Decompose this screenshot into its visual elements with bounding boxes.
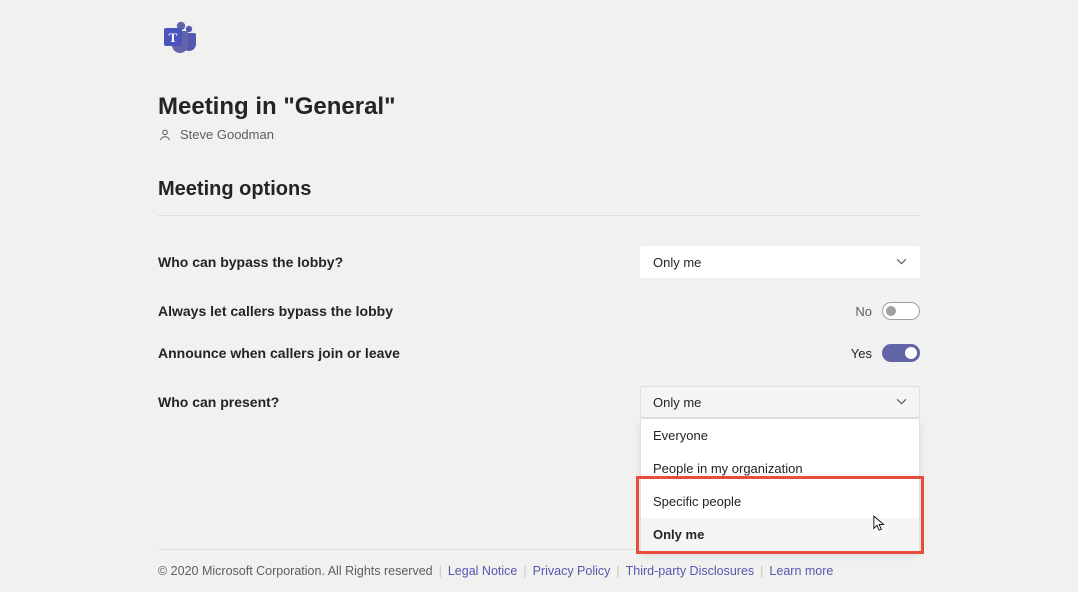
dropdown-item-everyone[interactable]: Everyone xyxy=(641,419,919,452)
who-present-dropdown: Everyone People in my organization Speci… xyxy=(640,418,920,552)
dropdown-item-specific[interactable]: Specific people xyxy=(641,485,919,518)
option-callers-bypass: Always let callers bypass the lobby No xyxy=(158,290,920,332)
page-title: Meeting in "General" xyxy=(158,93,920,121)
footer-link-disclosures[interactable]: Third-party Disclosures xyxy=(626,564,755,578)
footer: © 2020 Microsoft Corporation. All Rights… xyxy=(158,549,920,578)
toggle-state-label: No xyxy=(855,304,872,319)
separator: | xyxy=(523,564,526,578)
footer-link-privacy[interactable]: Privacy Policy xyxy=(533,564,611,578)
svg-text:T: T xyxy=(169,30,178,45)
option-who-present: Who can present? Only me Everyone People… xyxy=(158,374,920,430)
footer-link-learn-more[interactable]: Learn more xyxy=(769,564,833,578)
select-value: Only me xyxy=(653,255,701,270)
callers-bypass-toggle[interactable] xyxy=(882,302,920,320)
separator: | xyxy=(760,564,763,578)
chevron-down-icon xyxy=(896,256,907,268)
bypass-lobby-select[interactable]: Only me xyxy=(640,246,920,278)
separator: | xyxy=(439,564,442,578)
separator: | xyxy=(616,564,619,578)
toggle-state-label: Yes xyxy=(851,346,872,361)
option-announce: Announce when callers join or leave Yes xyxy=(158,332,920,374)
announce-toggle[interactable] xyxy=(882,344,920,362)
footer-link-legal[interactable]: Legal Notice xyxy=(448,564,518,578)
option-bypass-lobby: Who can bypass the lobby? Only me xyxy=(158,234,920,290)
person-icon xyxy=(158,128,172,142)
who-present-select[interactable]: Only me xyxy=(640,386,920,418)
copyright-text: © 2020 Microsoft Corporation. All Rights… xyxy=(158,564,433,578)
select-value: Only me xyxy=(653,395,701,410)
teams-logo-icon: T xyxy=(158,20,920,65)
option-label: Always let callers bypass the lobby xyxy=(158,303,393,319)
option-label: Announce when callers join or leave xyxy=(158,345,400,361)
chevron-down-icon xyxy=(896,396,907,408)
option-label: Who can present? xyxy=(158,394,279,410)
organizer-name: Steve Goodman xyxy=(180,127,274,142)
dropdown-item-only-me[interactable]: Only me xyxy=(641,518,919,551)
organizer-row: Steve Goodman xyxy=(158,127,920,142)
dropdown-item-org[interactable]: People in my organization xyxy=(641,452,919,485)
option-label: Who can bypass the lobby? xyxy=(158,254,343,270)
divider xyxy=(158,215,920,216)
section-title: Meeting options xyxy=(158,178,920,201)
